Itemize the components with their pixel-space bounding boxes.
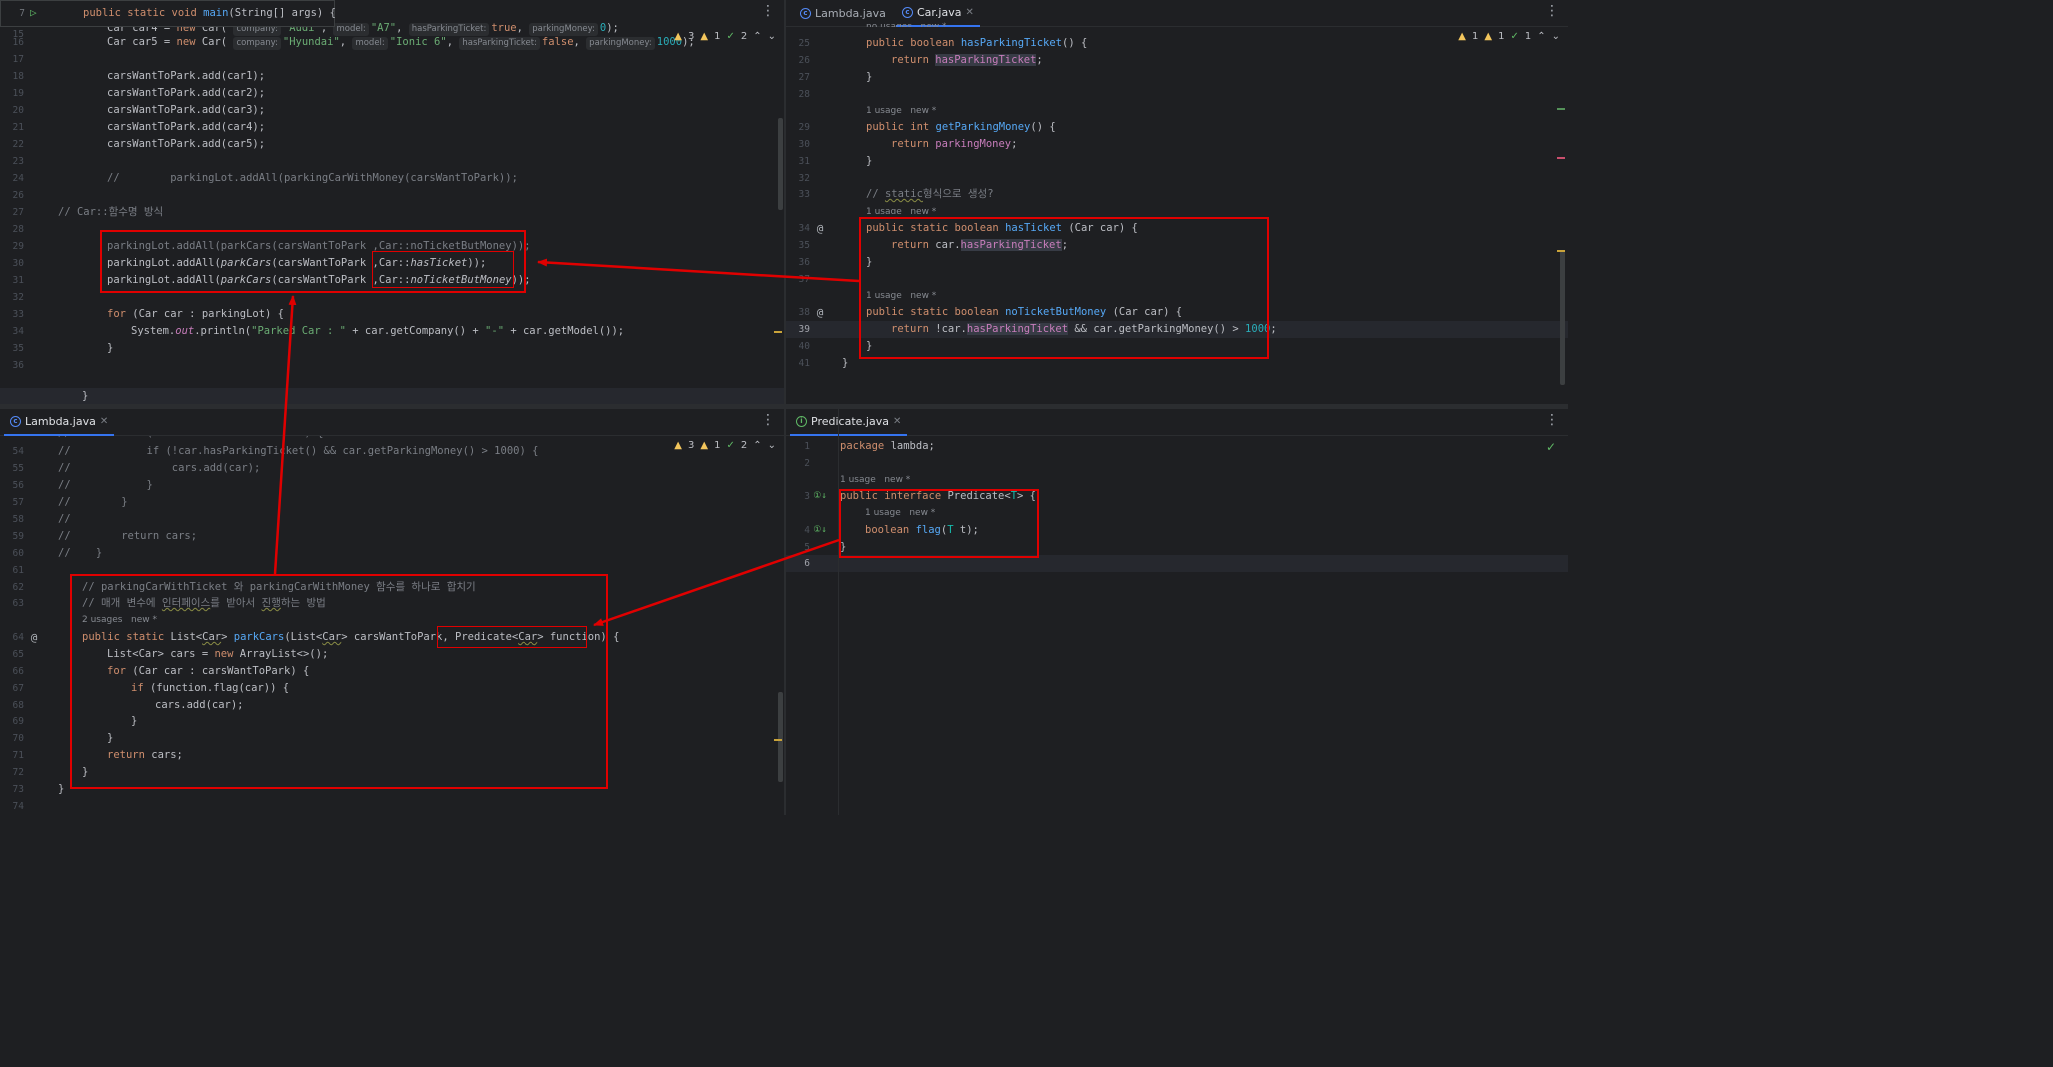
editor-pane-main: 15 Car car4 = new Car( company: "Audi", m… <box>0 0 784 404</box>
scrollbar[interactable] <box>778 692 783 782</box>
check-icon: ✓ <box>726 31 735 42</box>
implementation-icon[interactable]: @ <box>27 629 41 646</box>
inspection-indicators[interactable]: ▲ 3 ▲ 1 ✓ 2 ⌃ ⌄ <box>674 31 776 42</box>
warning-marker[interactable] <box>1557 250 1565 252</box>
run-icon[interactable]: ▷ <box>30 6 37 19</box>
chevron-up-icon[interactable]: ⌃ <box>753 31 761 42</box>
scrollbar[interactable] <box>778 118 783 210</box>
current-line: 6 <box>786 555 1568 572</box>
horizontal-splitter[interactable] <box>0 404 1568 409</box>
weak-warning-icon: ▲ <box>700 31 709 42</box>
code-line: 16 Car car5 = new Car( company: "Hyundai"… <box>12 36 695 50</box>
editor-pane-car: c Lambda.java c Car.java ✕ ⋮ ▲ 1 ▲ 1 ✓ 1 ⌃ ⌄… <box>786 0 1568 404</box>
scrollbar[interactable] <box>1560 250 1565 385</box>
chevron-down-icon[interactable]: ⌄ <box>768 31 776 42</box>
warning-marker[interactable] <box>774 331 782 333</box>
code-editor[interactable]: 1 package lambda; 2 1 usage new * 3 ①↓ publ… <box>786 409 1568 815</box>
implementation-icon[interactable]: @ <box>813 220 827 237</box>
implementation-icon[interactable]: @ <box>813 304 827 321</box>
code-editor[interactable]: // for (Car car : carsWantToPark) { 54//… <box>0 409 784 815</box>
more-options-icon[interactable]: ⋮ <box>761 3 775 19</box>
change-marker[interactable] <box>1557 108 1565 110</box>
warning-marker[interactable] <box>774 739 782 741</box>
implemented-icon[interactable]: ①↓ <box>813 488 827 505</box>
implemented-icon[interactable]: ①↓ <box>813 522 827 539</box>
error-marker[interactable] <box>1557 157 1565 159</box>
warning-icon: ▲ <box>674 31 682 42</box>
code-editor[interactable]: no usages new * 25 public boolean hasPark… <box>786 0 1568 404</box>
editor-pane-predicate: i Predicate.java ✕ ⋮ ✓ 1 package lambda; … <box>786 409 1568 815</box>
editor-pane-lambda: c Lambda.java ✕ ⋮ ▲3 ▲1 ✓2 ⌃⌄ // for (Ca… <box>0 409 784 815</box>
current-line: } <box>0 388 784 404</box>
ide-window: 15 Car car4 = new Car( company: "Audi", m… <box>0 0 1568 815</box>
sticky-method-header[interactable]: 7 ▷ public static void main(String[] arg… <box>0 0 336 27</box>
code-editor[interactable]: 15 Car car4 = new Car( company: "Audi", m… <box>0 0 784 404</box>
current-line: 39 return !car.hasParkingTicket && car.ge… <box>786 321 1568 338</box>
gutter-divider <box>838 409 839 815</box>
